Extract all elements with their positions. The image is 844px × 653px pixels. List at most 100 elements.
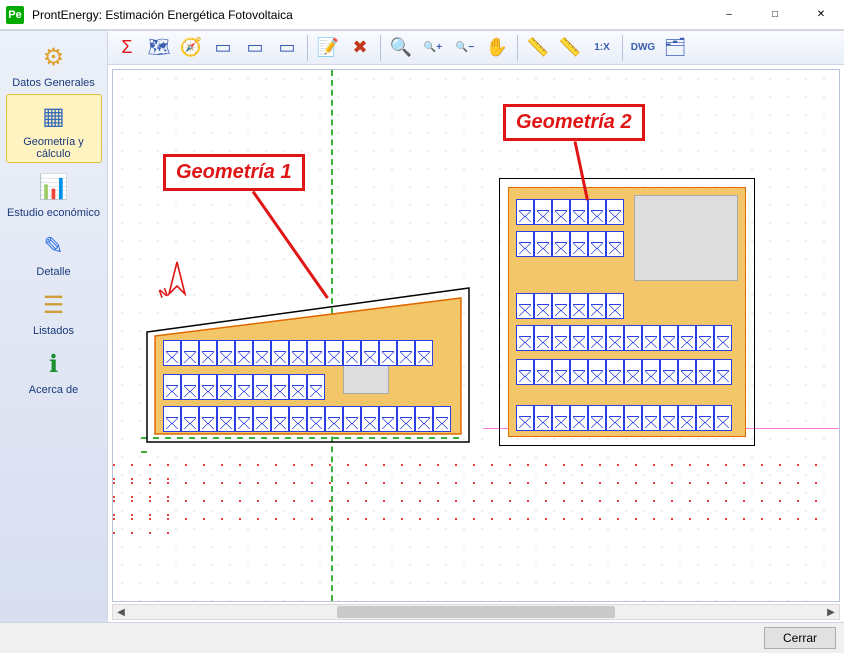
pv-row (516, 231, 624, 257)
pv-panel (624, 325, 642, 351)
geometry-2[interactable] (499, 178, 755, 446)
sidebar-item-acerca-de[interactable]: ℹAcerca de (6, 342, 102, 399)
window-maximize-button[interactable]: □ (752, 0, 798, 30)
pv-panel (343, 406, 361, 432)
geometry-1[interactable] (145, 286, 471, 444)
zoom-out-icon[interactable]: 🔍− (450, 33, 480, 63)
pv-panel (588, 231, 606, 257)
pv-panel (606, 293, 624, 319)
pv-panel (624, 405, 642, 431)
pv-panel (199, 406, 217, 432)
sidebar-item-label: Geometría y cálculo (7, 136, 101, 160)
pv-panel (271, 374, 289, 400)
pv-panel (696, 405, 714, 431)
pv-panel (289, 374, 307, 400)
scroll-track[interactable] (129, 605, 823, 619)
edit-rect-black-icon[interactable]: ▭ (240, 33, 270, 63)
pv-panel (307, 374, 325, 400)
pv-panel (642, 405, 660, 431)
ruler-h-icon[interactable]: 📏 (523, 33, 553, 63)
pv-panel (343, 340, 361, 366)
pv-panel (552, 325, 570, 351)
toolbar-separator (307, 35, 308, 61)
pv-panel (433, 406, 451, 432)
pv-panel (235, 340, 253, 366)
project-icon[interactable]: 🗺 (144, 33, 174, 63)
list-icon: ☰ (36, 287, 72, 323)
pv-panel (415, 340, 433, 366)
pv-panel (253, 406, 271, 432)
pv-panel (361, 406, 379, 432)
pv-panel (714, 325, 732, 351)
pv-panel (397, 340, 415, 366)
sidebar-item-detalle[interactable]: ✎Detalle (6, 224, 102, 281)
window-titlebar: Pe ProntEnergy: Estimación Energética Fo… (0, 0, 844, 30)
pv-panel (307, 340, 325, 366)
pv-row (516, 405, 732, 431)
zoom-fit-icon[interactable]: 🔍 (386, 33, 416, 63)
sidebar-item-label: Detalle (7, 266, 101, 278)
pv-panel (271, 406, 289, 432)
pv-panel (534, 325, 552, 351)
annotation-geo1: Geometría 1 (163, 154, 305, 191)
drawing-canvas[interactable]: N (112, 69, 840, 602)
about-icon: ℹ (36, 346, 72, 382)
obstacle-block (634, 195, 738, 281)
pv-panel (606, 231, 624, 257)
pv-panel (696, 325, 714, 351)
delete-icon[interactable]: ✖ (345, 33, 375, 63)
pv-panel (552, 231, 570, 257)
pv-row (163, 340, 433, 366)
horizontal-scrollbar[interactable]: ◀ ▶ (112, 604, 840, 620)
window-close-button[interactable]: ✕ (798, 0, 844, 30)
pv-panel (181, 406, 199, 432)
scroll-right-button[interactable]: ▶ (823, 607, 839, 618)
red-dot-row (113, 464, 839, 466)
sidebar-item-estudio-econ-mico[interactable]: 📊Estudio económico (6, 165, 102, 222)
pv-panel (606, 405, 624, 431)
pv-panel (714, 359, 732, 385)
geometry-icon: ▦ (36, 98, 72, 134)
pv-panel (534, 293, 552, 319)
zoom-in-icon[interactable]: 🔍+ (418, 33, 448, 63)
pv-panel (181, 340, 199, 366)
sigma-icon[interactable]: Σ (112, 33, 142, 63)
pv-panel (516, 359, 534, 385)
layers-icon[interactable]: 🗂 (660, 33, 690, 63)
pv-panel (642, 325, 660, 351)
ruler-unit-icon[interactable]: 📏 (555, 33, 585, 63)
pv-panel (678, 359, 696, 385)
edit-rect-green-icon[interactable]: ▭ (208, 33, 238, 63)
pv-panel (217, 340, 235, 366)
scroll-thumb[interactable] (337, 606, 615, 618)
scroll-left-button[interactable]: ◀ (113, 607, 129, 618)
pv-panel (534, 199, 552, 225)
red-dot-row (113, 482, 839, 484)
pv-panel (253, 340, 271, 366)
pv-panel (552, 293, 570, 319)
sidebar: ⚙Datos Generales▦Geometría y cálculo📊Est… (0, 31, 108, 622)
pan-icon[interactable]: ✋ (482, 33, 512, 63)
pv-row (516, 293, 624, 319)
dwg-icon[interactable]: DWG (628, 33, 658, 63)
pv-panel (163, 374, 181, 400)
sidebar-item-listados[interactable]: ☰Listados (6, 283, 102, 340)
sidebar-item-datos-generales[interactable]: ⚙Datos Generales (6, 35, 102, 92)
form-edit-icon[interactable]: 📝 (313, 33, 343, 63)
scale-1x-icon[interactable]: 1:X (587, 33, 617, 63)
compass-icon[interactable]: 🧭 (176, 33, 206, 63)
pv-row (516, 359, 732, 385)
pv-panel (570, 293, 588, 319)
pv-row (163, 374, 325, 400)
edit-rect-colors-icon[interactable]: ▭ (272, 33, 302, 63)
sidebar-item-label: Datos Generales (7, 77, 101, 89)
sidebar-item-geometr-a-y-c-lculo[interactable]: ▦Geometría y cálculo (6, 94, 102, 163)
window-minimize-button[interactable]: – (706, 0, 752, 30)
pv-panel (379, 340, 397, 366)
pv-panel (163, 406, 181, 432)
close-button[interactable]: Cerrar (764, 627, 836, 649)
red-dot-row (113, 518, 839, 520)
pv-panel (660, 325, 678, 351)
pv-panel (606, 359, 624, 385)
pv-panel (570, 405, 588, 431)
